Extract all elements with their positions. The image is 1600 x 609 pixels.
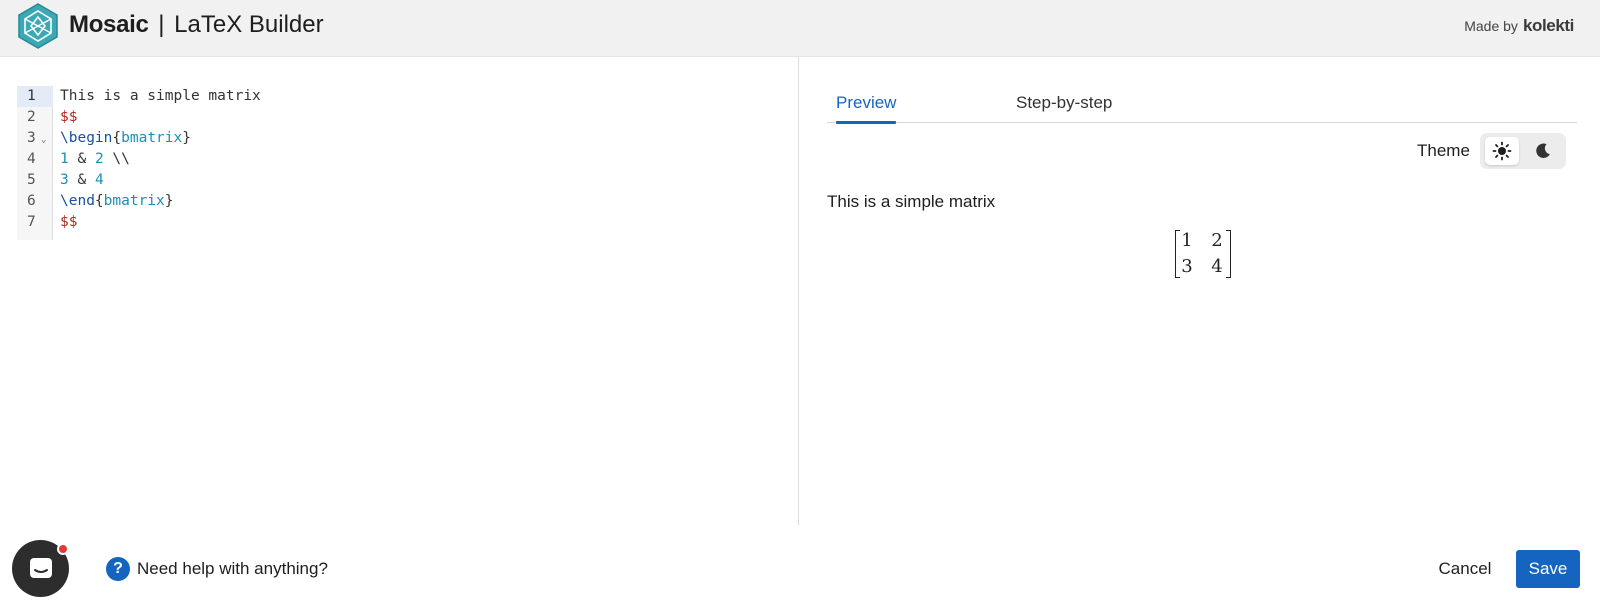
code-token: } xyxy=(164,193,174,209)
line-number: 1 xyxy=(17,86,53,107)
preview-tabs: Preview Step-by-step xyxy=(827,88,1577,124)
code-token: { xyxy=(112,130,122,146)
code-line[interactable]: $$ xyxy=(60,212,77,233)
brand-name: Mosaic xyxy=(69,11,149,38)
code-token: $$ xyxy=(60,109,78,125)
code-line[interactable]: \end{bmatrix} xyxy=(60,191,174,212)
code-line[interactable]: $$ xyxy=(60,107,77,128)
matrix-cell: 2 xyxy=(1211,230,1223,251)
app-title: Mosaic | LaTeX Builder xyxy=(69,10,324,40)
code-token: 4 xyxy=(94,172,104,188)
preview-text: This is a simple matrix xyxy=(827,192,996,211)
title-separator: | xyxy=(158,11,165,38)
code-token: $$ xyxy=(60,214,78,230)
chat-bubble-icon xyxy=(29,557,52,578)
tab-step-by-step[interactable]: Step-by-step xyxy=(1016,92,1112,114)
line-number: 3 xyxy=(27,130,36,146)
hexagon-logo-icon xyxy=(18,3,58,49)
code-token: } xyxy=(182,130,191,146)
made-by-label: Made by xyxy=(1464,18,1518,34)
sun-icon xyxy=(1492,141,1512,161)
help-link[interactable]: ? Need help with anything? xyxy=(106,557,328,581)
matrix-right-bracket xyxy=(1226,230,1231,278)
matrix-cell: 4 xyxy=(1211,256,1223,277)
company-logo: kolekti xyxy=(1522,16,1574,35)
question-icon: ? xyxy=(106,557,130,581)
cancel-button[interactable]: Cancel xyxy=(1426,551,1504,587)
code-token: \end xyxy=(60,193,95,209)
latex-code-editor[interactable]: 1 2 3 4 5 6 7 ⌄ This is a simple matrix $… xyxy=(17,86,787,240)
app-header: Mosaic | LaTeX Builder Made by kolekti xyxy=(0,0,1600,57)
line-number: 4 xyxy=(27,151,36,167)
code-token: 2 xyxy=(94,151,104,167)
theme-label: Theme xyxy=(1417,141,1470,160)
help-text: Need help with anything? xyxy=(137,559,328,578)
code-token: \\ xyxy=(103,151,130,167)
code-token: & xyxy=(68,172,95,188)
pane-divider[interactable] xyxy=(798,57,799,525)
line-number: 5 xyxy=(27,172,36,188)
light-theme-button[interactable] xyxy=(1485,137,1519,165)
line-number: 2 xyxy=(27,109,36,125)
tab-preview[interactable]: Preview xyxy=(836,92,897,124)
code-token: \begin xyxy=(60,130,113,146)
code-token: & xyxy=(68,151,95,167)
chevron-down-icon[interactable]: ⌄ xyxy=(41,130,46,151)
matrix-cell: 3 xyxy=(1181,256,1193,277)
save-button[interactable]: Save xyxy=(1516,550,1580,588)
theme-toggle xyxy=(1480,133,1566,169)
code-line[interactable]: 3 & 4 xyxy=(60,170,104,191)
code-token: { xyxy=(94,193,104,209)
app-subtitle: LaTeX Builder xyxy=(174,11,324,38)
code-token: This is a simple matrix xyxy=(60,88,261,104)
line-number-gutter: 1 2 3 4 5 6 7 ⌄ xyxy=(17,86,53,240)
code-line[interactable]: This is a simple matrix xyxy=(60,86,261,107)
dark-theme-button[interactable] xyxy=(1526,137,1560,165)
code-line[interactable]: 1 & 2 \\ xyxy=(60,149,130,170)
made-by-credit[interactable]: Made by kolekti xyxy=(1464,16,1574,36)
code-line[interactable]: \begin{bmatrix} xyxy=(60,128,191,149)
notification-dot xyxy=(57,543,69,555)
matrix-cell: 1 xyxy=(1181,230,1193,251)
code-token: bmatrix xyxy=(121,130,183,146)
moon-icon xyxy=(1536,143,1550,158)
code-token: 3 xyxy=(60,172,69,188)
code-token: bmatrix xyxy=(103,193,165,209)
rendered-matrix: 1 2 3 4 xyxy=(1175,228,1231,278)
line-number: 6 xyxy=(27,193,36,209)
code-token: 1 xyxy=(60,151,69,167)
line-number: 7 xyxy=(27,214,36,230)
